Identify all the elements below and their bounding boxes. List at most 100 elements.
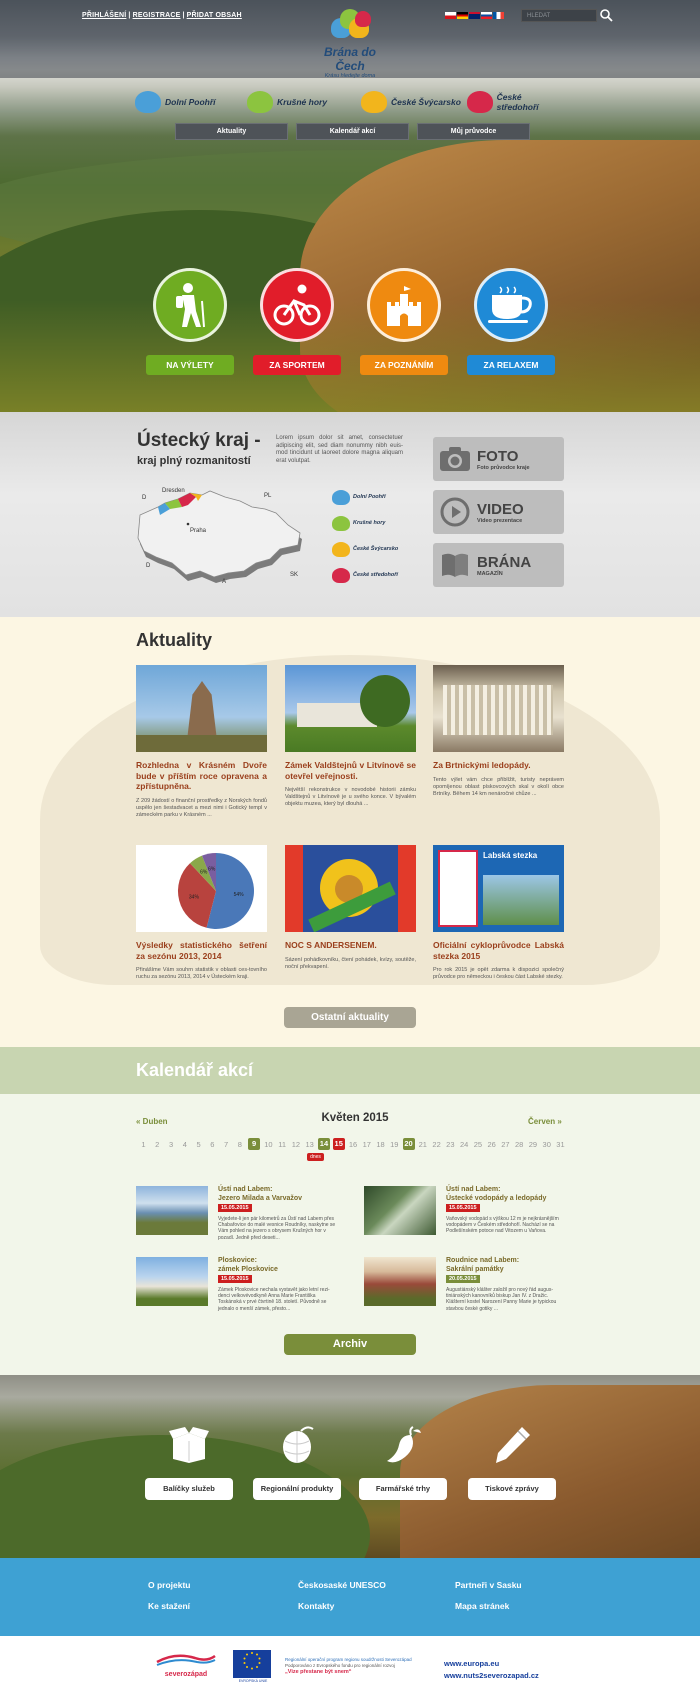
- calendar-day[interactable]: 1: [138, 1140, 149, 1149]
- calendar-day[interactable]: 24: [459, 1140, 470, 1149]
- register-link[interactable]: REGISTRACE: [133, 12, 181, 19]
- news-title[interactable]: Výsledky statistického šetření za sezónu…: [136, 940, 267, 961]
- calendar-day[interactable]: 19: [389, 1140, 400, 1149]
- europa-link[interactable]: www.europa.eu: [444, 1659, 499, 1668]
- footer-link[interactable]: Českosaské UNESCO: [298, 1580, 386, 1590]
- flag-sk-icon[interactable]: [481, 12, 492, 19]
- category-button[interactable]: ZA SPORTEM: [253, 355, 341, 375]
- service-button[interactable]: Regionální produkty: [253, 1478, 341, 1500]
- region-ceske-svycarsko[interactable]: České Švýcarsko: [361, 88, 461, 116]
- category-poznani[interactable]: ZA POZNÁNÍM: [360, 268, 448, 375]
- footer-link[interactable]: Kontakty: [298, 1601, 334, 1611]
- category-sport[interactable]: ZA SPORTEM: [253, 268, 341, 375]
- footer-link[interactable]: O projektu: [148, 1580, 191, 1590]
- nav-kalendar[interactable]: Kalendář akcí: [296, 123, 409, 140]
- calendar-day[interactable]: 9: [248, 1138, 261, 1150]
- news-card[interactable]: Labská stezka Oficiální cykloprůvodce La…: [433, 845, 564, 981]
- legend-item[interactable]: Dolní Poohří: [332, 484, 422, 510]
- nav-aktuality[interactable]: Aktuality: [175, 123, 288, 140]
- calendar-day[interactable]: 27: [500, 1140, 511, 1149]
- prev-month-link[interactable]: « Duben: [136, 1117, 168, 1126]
- severozapad-logo[interactable]: severozápad: [155, 1652, 217, 1678]
- calendar-day[interactable]: 29: [527, 1140, 538, 1149]
- calendar-day[interactable]: 14: [317, 1138, 330, 1150]
- news-image[interactable]: Labská stezka: [433, 845, 564, 932]
- calendar-day[interactable]: 25: [472, 1140, 483, 1149]
- flag-gb-icon[interactable]: [469, 12, 480, 19]
- calendar-day[interactable]: 18: [375, 1140, 386, 1149]
- calendar-day[interactable]: 31: [555, 1140, 566, 1149]
- footer-link[interactable]: Partneři v Sasku: [455, 1580, 522, 1590]
- news-card[interactable]: NOC S ANDERSENEM. Sázení pohádkovníku, č…: [285, 845, 416, 971]
- news-card[interactable]: 54% 34% 6% 6% Výsledky statistického šetřen…: [136, 845, 267, 981]
- calendar-day[interactable]: 26: [486, 1140, 497, 1149]
- category-relax[interactable]: ZA RELAXEM: [467, 268, 555, 375]
- category-button[interactable]: ZA RELAXEM: [467, 355, 555, 375]
- calendar-day[interactable]: 22: [431, 1140, 442, 1149]
- flag-cz-icon[interactable]: [445, 12, 456, 19]
- news-image[interactable]: [285, 665, 416, 752]
- flag-fr-icon[interactable]: [493, 12, 504, 19]
- calendar-day[interactable]: 13: [304, 1140, 315, 1149]
- calendar-day[interactable]: 21: [417, 1140, 428, 1149]
- category-vylety[interactable]: NA VÝLETY: [146, 268, 234, 375]
- video-button[interactable]: VIDEO Video prezentace: [433, 490, 564, 534]
- event-item[interactable]: Roudnice nad Labem: Sakrální památky 20.0…: [364, 1257, 574, 1317]
- news-card[interactable]: Za Brtnickými ledopády. Tento výlet vám …: [433, 665, 564, 798]
- event-name[interactable]: zámek Ploskovice: [218, 1266, 278, 1273]
- news-title[interactable]: Oficiální cykloprůvodce Labská stezka 20…: [433, 940, 564, 961]
- service-button[interactable]: Tiskové zprávy: [468, 1478, 556, 1500]
- foto-button[interactable]: FOTO Foto průvodce kraje: [433, 437, 564, 481]
- category-button[interactable]: ZA POZNÁNÍM: [360, 355, 448, 375]
- footer-link[interactable]: Ke stažení: [148, 1601, 190, 1611]
- nav-muj-pruvodce[interactable]: Můj průvodce: [417, 123, 530, 140]
- event-item[interactable]: Ústí nad Labem: Ústecké vodopády a ledopá…: [364, 1186, 574, 1246]
- region-ceske-stredohori[interactable]: České středohoří: [467, 88, 565, 116]
- service-markets[interactable]: Farmářské trhy: [359, 1425, 447, 1500]
- calendar-day[interactable]: 12: [290, 1140, 301, 1149]
- service-button[interactable]: Balíčky služeb: [145, 1478, 233, 1500]
- news-image[interactable]: [433, 665, 564, 752]
- calendar-day[interactable]: 5: [193, 1140, 204, 1149]
- service-button[interactable]: Farmářské trhy: [359, 1478, 447, 1500]
- calendar-day[interactable]: 15: [332, 1138, 345, 1150]
- category-button[interactable]: NA VÝLETY: [146, 355, 234, 375]
- event-image[interactable]: [136, 1257, 208, 1306]
- event-item[interactable]: Ploskovice: zámek Ploskovice 15.05.2015 Z…: [136, 1257, 346, 1317]
- more-news-button[interactable]: Ostatní aktuality: [284, 1007, 416, 1028]
- event-image[interactable]: [136, 1186, 208, 1235]
- calendar-day[interactable]: 11: [277, 1140, 288, 1149]
- news-image[interactable]: [136, 665, 267, 752]
- legend-item[interactable]: Krušné hory: [332, 510, 422, 536]
- news-card[interactable]: Rozhledna v Krásném Dvoře bude v příštím…: [136, 665, 267, 819]
- calendar-day[interactable]: 2: [152, 1140, 163, 1149]
- event-image[interactable]: [364, 1186, 436, 1235]
- service-packages[interactable]: Balíčky služeb: [145, 1425, 233, 1500]
- calendar-day[interactable]: 7: [221, 1140, 232, 1149]
- next-month-link[interactable]: Červen »: [528, 1117, 562, 1126]
- event-image[interactable]: [364, 1257, 436, 1306]
- eu-flag-icon[interactable]: [233, 1650, 271, 1678]
- login-link[interactable]: PŘIHLÁŠENÍ: [82, 12, 126, 19]
- site-logo[interactable]: Brána do Čech Krásu hledejte doma: [313, 8, 387, 79]
- archive-button[interactable]: Archiv: [284, 1334, 416, 1355]
- service-press[interactable]: Tiskové zprávy: [468, 1425, 556, 1500]
- calendar-day[interactable]: 10: [263, 1140, 274, 1149]
- region-dolni-poohri[interactable]: Dolní Poohří: [135, 88, 216, 116]
- news-title[interactable]: Za Brtnickými ledopády.: [433, 760, 564, 771]
- search-icon[interactable]: [599, 8, 613, 22]
- event-name[interactable]: Jezero Milada a Varvažov: [218, 1195, 302, 1202]
- legend-item[interactable]: České středohoří: [332, 562, 422, 588]
- calendar-day[interactable]: 23: [445, 1140, 456, 1149]
- calendar-day[interactable]: 17: [361, 1140, 372, 1149]
- flag-de-icon[interactable]: [457, 12, 468, 19]
- calendar-day[interactable]: 8: [234, 1140, 245, 1149]
- region-krusne-hory[interactable]: Krušné hory: [247, 88, 327, 116]
- calendar-day[interactable]: 3: [166, 1140, 177, 1149]
- news-title[interactable]: Rozhledna v Krásném Dvoře bude v příštím…: [136, 760, 267, 792]
- calendar-day[interactable]: 28: [514, 1140, 525, 1149]
- service-products[interactable]: Regionální produkty: [253, 1425, 341, 1500]
- event-name[interactable]: Sakrální památky: [446, 1266, 504, 1273]
- calendar-day[interactable]: 30: [541, 1140, 552, 1149]
- news-title[interactable]: NOC S ANDERSENEM.: [285, 940, 416, 951]
